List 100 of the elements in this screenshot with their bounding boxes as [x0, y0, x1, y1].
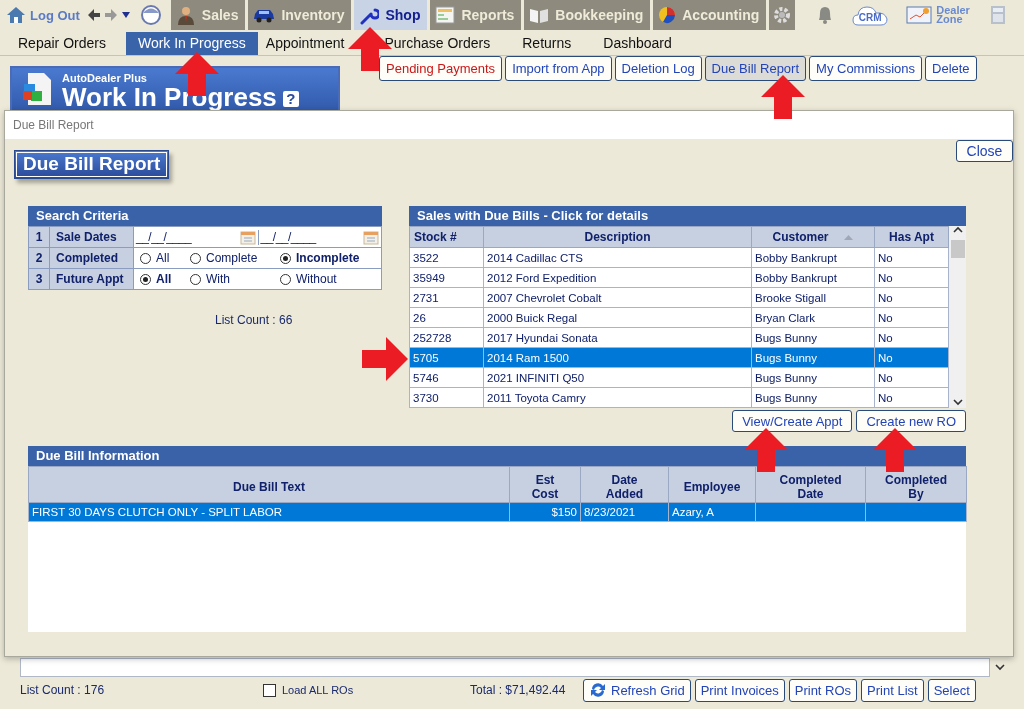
list-count: List Count : 176 [20, 683, 106, 697]
table-cell: 5746 [409, 367, 484, 388]
table-cell: 2007 Chevrolet Cobalt [483, 287, 752, 308]
radio-button[interactable] [280, 273, 291, 285]
scrollbar-thumb[interactable] [950, 240, 965, 258]
table-cell: 2017 Hyundai Sonata [483, 327, 752, 348]
panel-title: Due Bill Information [28, 446, 966, 466]
toolbar-button[interactable]: Import from App [505, 56, 612, 81]
table-cell: 3522 [409, 247, 484, 268]
table-cell: 2011 Toyota Camry [483, 387, 752, 408]
toolbar-button[interactable]: Due Bill Report [704, 56, 807, 81]
nav-tab[interactable]: Work In Progress [125, 32, 258, 55]
nav-tab[interactable]: Purchase Orders [384, 32, 491, 55]
sale-row[interactable]: 2731 2007 Chevrolet Cobalt Brooke Stigall No [409, 287, 949, 308]
row-number: 1 [28, 226, 50, 248]
sale-row[interactable]: 3522 2014 Cadillac CTS Bobby Bankrupt No [409, 247, 949, 268]
help-button[interactable]: ? [282, 91, 299, 108]
column-header: Completed Date [755, 466, 866, 503]
toolbar-button[interactable]: My Commissions [809, 56, 922, 81]
action-button[interactable]: Create new RO [856, 410, 966, 432]
radio-label: Complete [206, 251, 258, 265]
checkbox[interactable] [263, 683, 276, 697]
person-icon [175, 5, 196, 25]
panel-title: Sales with Due Bills - Click for details [409, 206, 966, 226]
table-cell: Bugs Bunny [751, 327, 875, 348]
footer-button[interactable]: Select [927, 678, 976, 702]
action-button[interactable]: View/Create Appt [732, 410, 853, 432]
table-cell: No [874, 247, 949, 268]
brand-name: AutoDealer Plus [62, 72, 148, 84]
radio-button[interactable] [140, 273, 151, 285]
report-heading: Due Bill Report [14, 150, 170, 179]
caret-icon[interactable] [120, 11, 131, 19]
module-tab[interactable]: Shop [354, 0, 428, 30]
column-header: Employee [668, 466, 756, 503]
table-cell: Bugs Bunny [751, 367, 875, 388]
close-button[interactable]: Close [956, 140, 1013, 162]
date-field[interactable]: __/__/____ [134, 229, 258, 245]
table-cell: Brooke Stigall [751, 287, 875, 308]
support-face-icon[interactable] [139, 4, 162, 26]
scroll-down-icon[interactable] [952, 398, 963, 406]
settings-button[interactable] [769, 0, 796, 30]
radio-button[interactable] [140, 252, 151, 264]
radio-label: Without [296, 272, 337, 286]
radio-button[interactable] [190, 273, 201, 285]
table-cell: 2012 Ford Expedition [483, 267, 752, 288]
sale-row[interactable]: 5705 2014 Ram 1500 Bugs Bunny No [409, 347, 949, 368]
toolbar-button[interactable]: Delete [925, 56, 977, 81]
table-cell: No [874, 267, 949, 288]
sale-row[interactable]: 3730 2011 Toyota Camry Bugs Bunny No [409, 387, 949, 408]
sale-row[interactable]: 5746 2021 INFINITI Q50 Bugs Bunny No [409, 367, 949, 388]
arrow-drawing [362, 337, 408, 381]
criteria-label: Sale Dates [49, 226, 134, 248]
nav-tab[interactable]: Dashboard [603, 32, 672, 55]
cloud-icon [852, 4, 889, 26]
footer-button[interactable]: Print ROs [788, 678, 858, 702]
table-cell: No [874, 287, 949, 308]
dialog-title: Due Bill Report [5, 111, 1013, 139]
table-cell: No [874, 307, 949, 328]
scroll-up-icon[interactable] [952, 226, 963, 234]
sale-row[interactable]: 252728 2017 Hyundai Sonata Bugs Bunny No [409, 327, 949, 348]
arrow-drawing [744, 428, 788, 472]
table-cell: No [874, 367, 949, 388]
sale-row[interactable]: 35949 2012 Ford Expedition Bobby Bankrupt No [409, 267, 949, 288]
home-icon [6, 6, 26, 24]
crm-button[interactable]: CRM [852, 4, 889, 26]
column-header[interactable]: Customer [751, 226, 875, 248]
radio-button[interactable] [190, 252, 201, 264]
toolbar-button[interactable]: Pending Payments [379, 56, 503, 81]
radio-label: All [156, 251, 170, 265]
radio-label: With [206, 272, 230, 286]
sale-row[interactable]: 26 2000 Buick Regal Bryan Clark No [409, 307, 949, 328]
column-header[interactable]: Has Apt [874, 226, 949, 248]
scroll-down-icon[interactable] [995, 664, 1005, 671]
nav-tab[interactable]: Returns [522, 32, 572, 55]
column-header[interactable]: Stock # [409, 226, 484, 248]
table-cell: 2731 [409, 287, 484, 308]
date-field[interactable]: __/__/____ [257, 229, 381, 245]
arrow-drawing [873, 428, 917, 472]
footer-button[interactable]: Print List [861, 678, 924, 702]
settings-icon [773, 6, 792, 24]
table-cell: 26 [409, 307, 484, 328]
row-number: 3 [28, 268, 50, 290]
nav-tab[interactable]: Appointment [265, 32, 345, 55]
back-arrow-icon[interactable] [86, 8, 101, 22]
panel-title: Search Criteria [28, 206, 382, 226]
radio-button[interactable] [280, 252, 291, 264]
column-header[interactable]: Description [483, 226, 752, 248]
pie-chart-icon [658, 6, 677, 24]
column-header: Date Added [580, 466, 669, 503]
sort-ascending-icon [842, 234, 854, 242]
table-cell: Bobby Bankrupt [751, 247, 875, 268]
due-bill-row[interactable]: FIRST 30 DAYS CLUTCH ONLY - SPLIT LABOR $150 8/23/2021 Azary, A [28, 502, 967, 522]
dashboard-chart-icon [906, 6, 933, 24]
footer-button[interactable]: Refresh Grid [583, 678, 691, 702]
car-icon [253, 7, 276, 23]
book-icon [529, 6, 550, 24]
toolbar-button[interactable]: Deletion Log [614, 56, 702, 81]
column-header: Est Cost [509, 466, 581, 503]
footer-button[interactable]: Print Invoices [694, 678, 785, 702]
nav-tab[interactable]: Repair Orders [18, 32, 106, 55]
